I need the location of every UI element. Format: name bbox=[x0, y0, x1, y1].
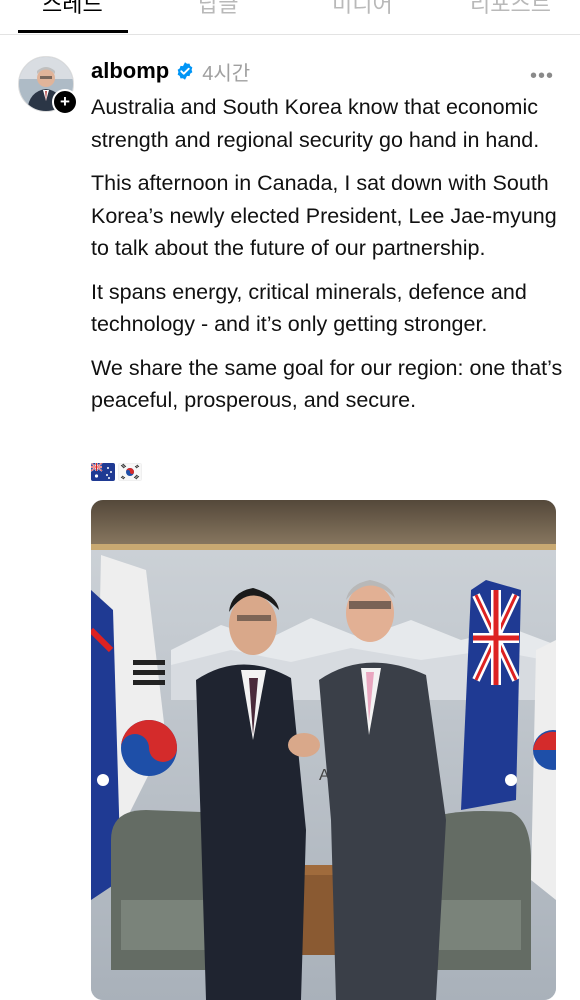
post-paragraph: This afternoon in Canada, I sat down wit… bbox=[91, 171, 557, 260]
post-paragraph: It spans energy, critical minerals, defe… bbox=[91, 279, 527, 337]
flag-emojis bbox=[91, 463, 142, 481]
australia-flag-icon bbox=[91, 463, 115, 481]
tab-media[interactable]: 미디어 bbox=[332, 0, 393, 19]
active-tab-indicator bbox=[18, 30, 128, 33]
post-header: albomp 4시간 bbox=[91, 57, 250, 85]
post-paragraph: Australia and South Korea know that econ… bbox=[91, 95, 540, 152]
profile-tab-bar: 스레드 답글 미디어 리포스트 bbox=[0, 0, 580, 35]
south-korea-flag-icon bbox=[118, 463, 142, 481]
tab-replies[interactable]: 답글 bbox=[198, 0, 238, 19]
username[interactable]: albomp bbox=[91, 58, 169, 84]
avatar[interactable]: + bbox=[18, 56, 78, 115]
post-photo[interactable]: AN bbox=[91, 500, 556, 1000]
post-body: Australia and South Korea know that econ… bbox=[91, 91, 571, 428]
post-paragraph: We share the same goal for our region: o… bbox=[91, 355, 563, 413]
follow-plus-icon[interactable]: + bbox=[52, 89, 78, 115]
verified-badge-icon bbox=[177, 62, 193, 80]
tab-reposts[interactable]: 리포스트 bbox=[470, 0, 551, 19]
more-options-icon[interactable]: ••• bbox=[530, 65, 554, 88]
tab-threads[interactable]: 스레드 bbox=[42, 0, 103, 19]
post-timestamp: 4시간 bbox=[202, 62, 251, 85]
